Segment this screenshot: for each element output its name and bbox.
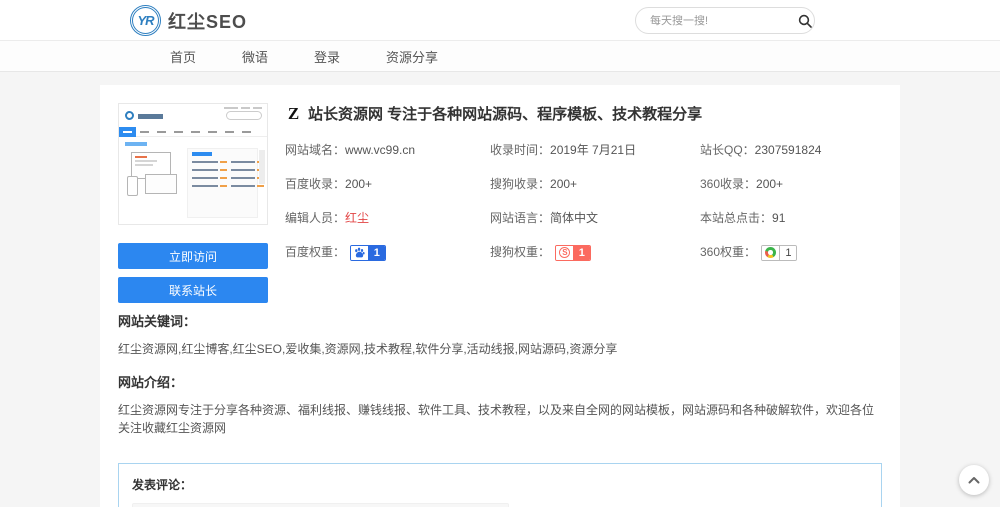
thumb-topnav-decoration	[253, 107, 262, 109]
site-title-text: 站长资源网 专注于各种网站源码、程序模板、技术教程分享	[308, 103, 702, 124]
main-nav: 首页 微语 登录 资源分享	[0, 41, 1000, 72]
info-sogou-indexed: 搜狗收录：200+	[490, 175, 700, 192]
weight-360: 360权重： 1	[700, 243, 882, 261]
comment-form-heading: 发表评论：	[132, 476, 868, 493]
sogou-s-icon: S	[556, 246, 573, 260]
info-language: 网站语言：简体中文	[490, 209, 700, 226]
thumb-search-box	[226, 111, 262, 120]
info-listed-date: 收录时间：2019年 7月21日	[490, 141, 700, 158]
thumb-laptop-illustration	[145, 174, 177, 194]
logo-icon: YR	[130, 5, 161, 36]
baidu-paw-icon	[351, 246, 368, 260]
info-webmaster-qq: 站长QQ：2307591824	[700, 141, 882, 158]
intro-text: 红尘资源网专注于分享各种资源、福利线报、赚钱线报、软件工具、技术教程，以及来自全…	[118, 401, 882, 437]
visit-site-button[interactable]: 立即访问	[118, 243, 268, 269]
info-domain: 网站域名：www.vc99.cn	[285, 141, 490, 158]
sogou-weight-badge[interactable]: S 1	[555, 245, 591, 261]
search-icon[interactable]	[796, 8, 814, 33]
logo-monogram: YR	[137, 13, 153, 28]
info-360-indexed: 360收录：200+	[700, 175, 882, 192]
editor-link[interactable]: 红尘	[345, 211, 369, 225]
360-ring-icon	[762, 246, 779, 260]
back-to-top-button[interactable]	[959, 465, 989, 495]
keywords-heading: 网站关键词：	[118, 311, 882, 330]
search-input[interactable]	[636, 15, 796, 27]
contact-webmaster-button[interactable]: 联系站长	[118, 277, 268, 303]
baidu-weight-badge[interactable]: 1	[350, 245, 386, 261]
baidu-weight: 百度权重： 1	[285, 243, 490, 261]
nickname-input[interactable]	[132, 503, 509, 507]
thumb-navbar	[119, 127, 267, 137]
info-editor: 编辑人员：红尘	[285, 209, 490, 226]
site-title: Z 站长资源网 专注于各种网站源码、程序模板、技术教程分享	[285, 103, 882, 124]
keywords-text: 红尘资源网,红尘博客,红尘SEO,爱收集,资源网,技术教程,软件分享,活动线报,…	[118, 340, 882, 358]
thumb-phone-illustration	[127, 176, 138, 196]
site-screenshot-thumbnail[interactable]	[118, 103, 268, 225]
logo[interactable]: YR 红尘SEO	[130, 5, 247, 36]
thumb-article-list	[187, 148, 258, 218]
comment-form: 发表评论： 昵称 邮件地址 (选填) 个人主页 (选填)	[118, 463, 882, 507]
intro-heading: 网站介绍：	[118, 372, 882, 391]
logo-text: 红尘SEO	[168, 8, 247, 34]
info-total-clicks: 本站总点击：91	[700, 209, 882, 226]
site-favicon-icon: Z	[285, 104, 302, 124]
nav-item-home[interactable]: 首页	[170, 47, 196, 66]
site-detail-card: 立即访问 联系站长 Z 站长资源网 专注于各种网站源码、程序模板、技术教程分享 …	[100, 85, 900, 507]
nav-item-login[interactable]: 登录	[314, 47, 340, 66]
search-box	[635, 7, 815, 34]
thumb-logo-icon	[125, 111, 134, 120]
nav-item-weiyu[interactable]: 微语	[242, 47, 268, 66]
topbar: YR 红尘SEO	[0, 0, 1000, 41]
info-baidu-indexed: 百度收录：200+	[285, 175, 490, 192]
site-info-grid: 网站域名：www.vc99.cn 收录时间：2019年 7月21日 站长QQ：2…	[285, 141, 882, 261]
360-weight-badge[interactable]: 1	[761, 245, 797, 261]
main-area: 立即访问 联系站长 Z 站长资源网 专注于各种网站源码、程序模板、技术教程分享 …	[0, 72, 1000, 507]
chevron-up-icon	[968, 476, 980, 484]
sogou-weight: 搜狗权重： S 1	[490, 243, 700, 261]
nav-item-resources[interactable]: 资源分享	[386, 47, 438, 66]
